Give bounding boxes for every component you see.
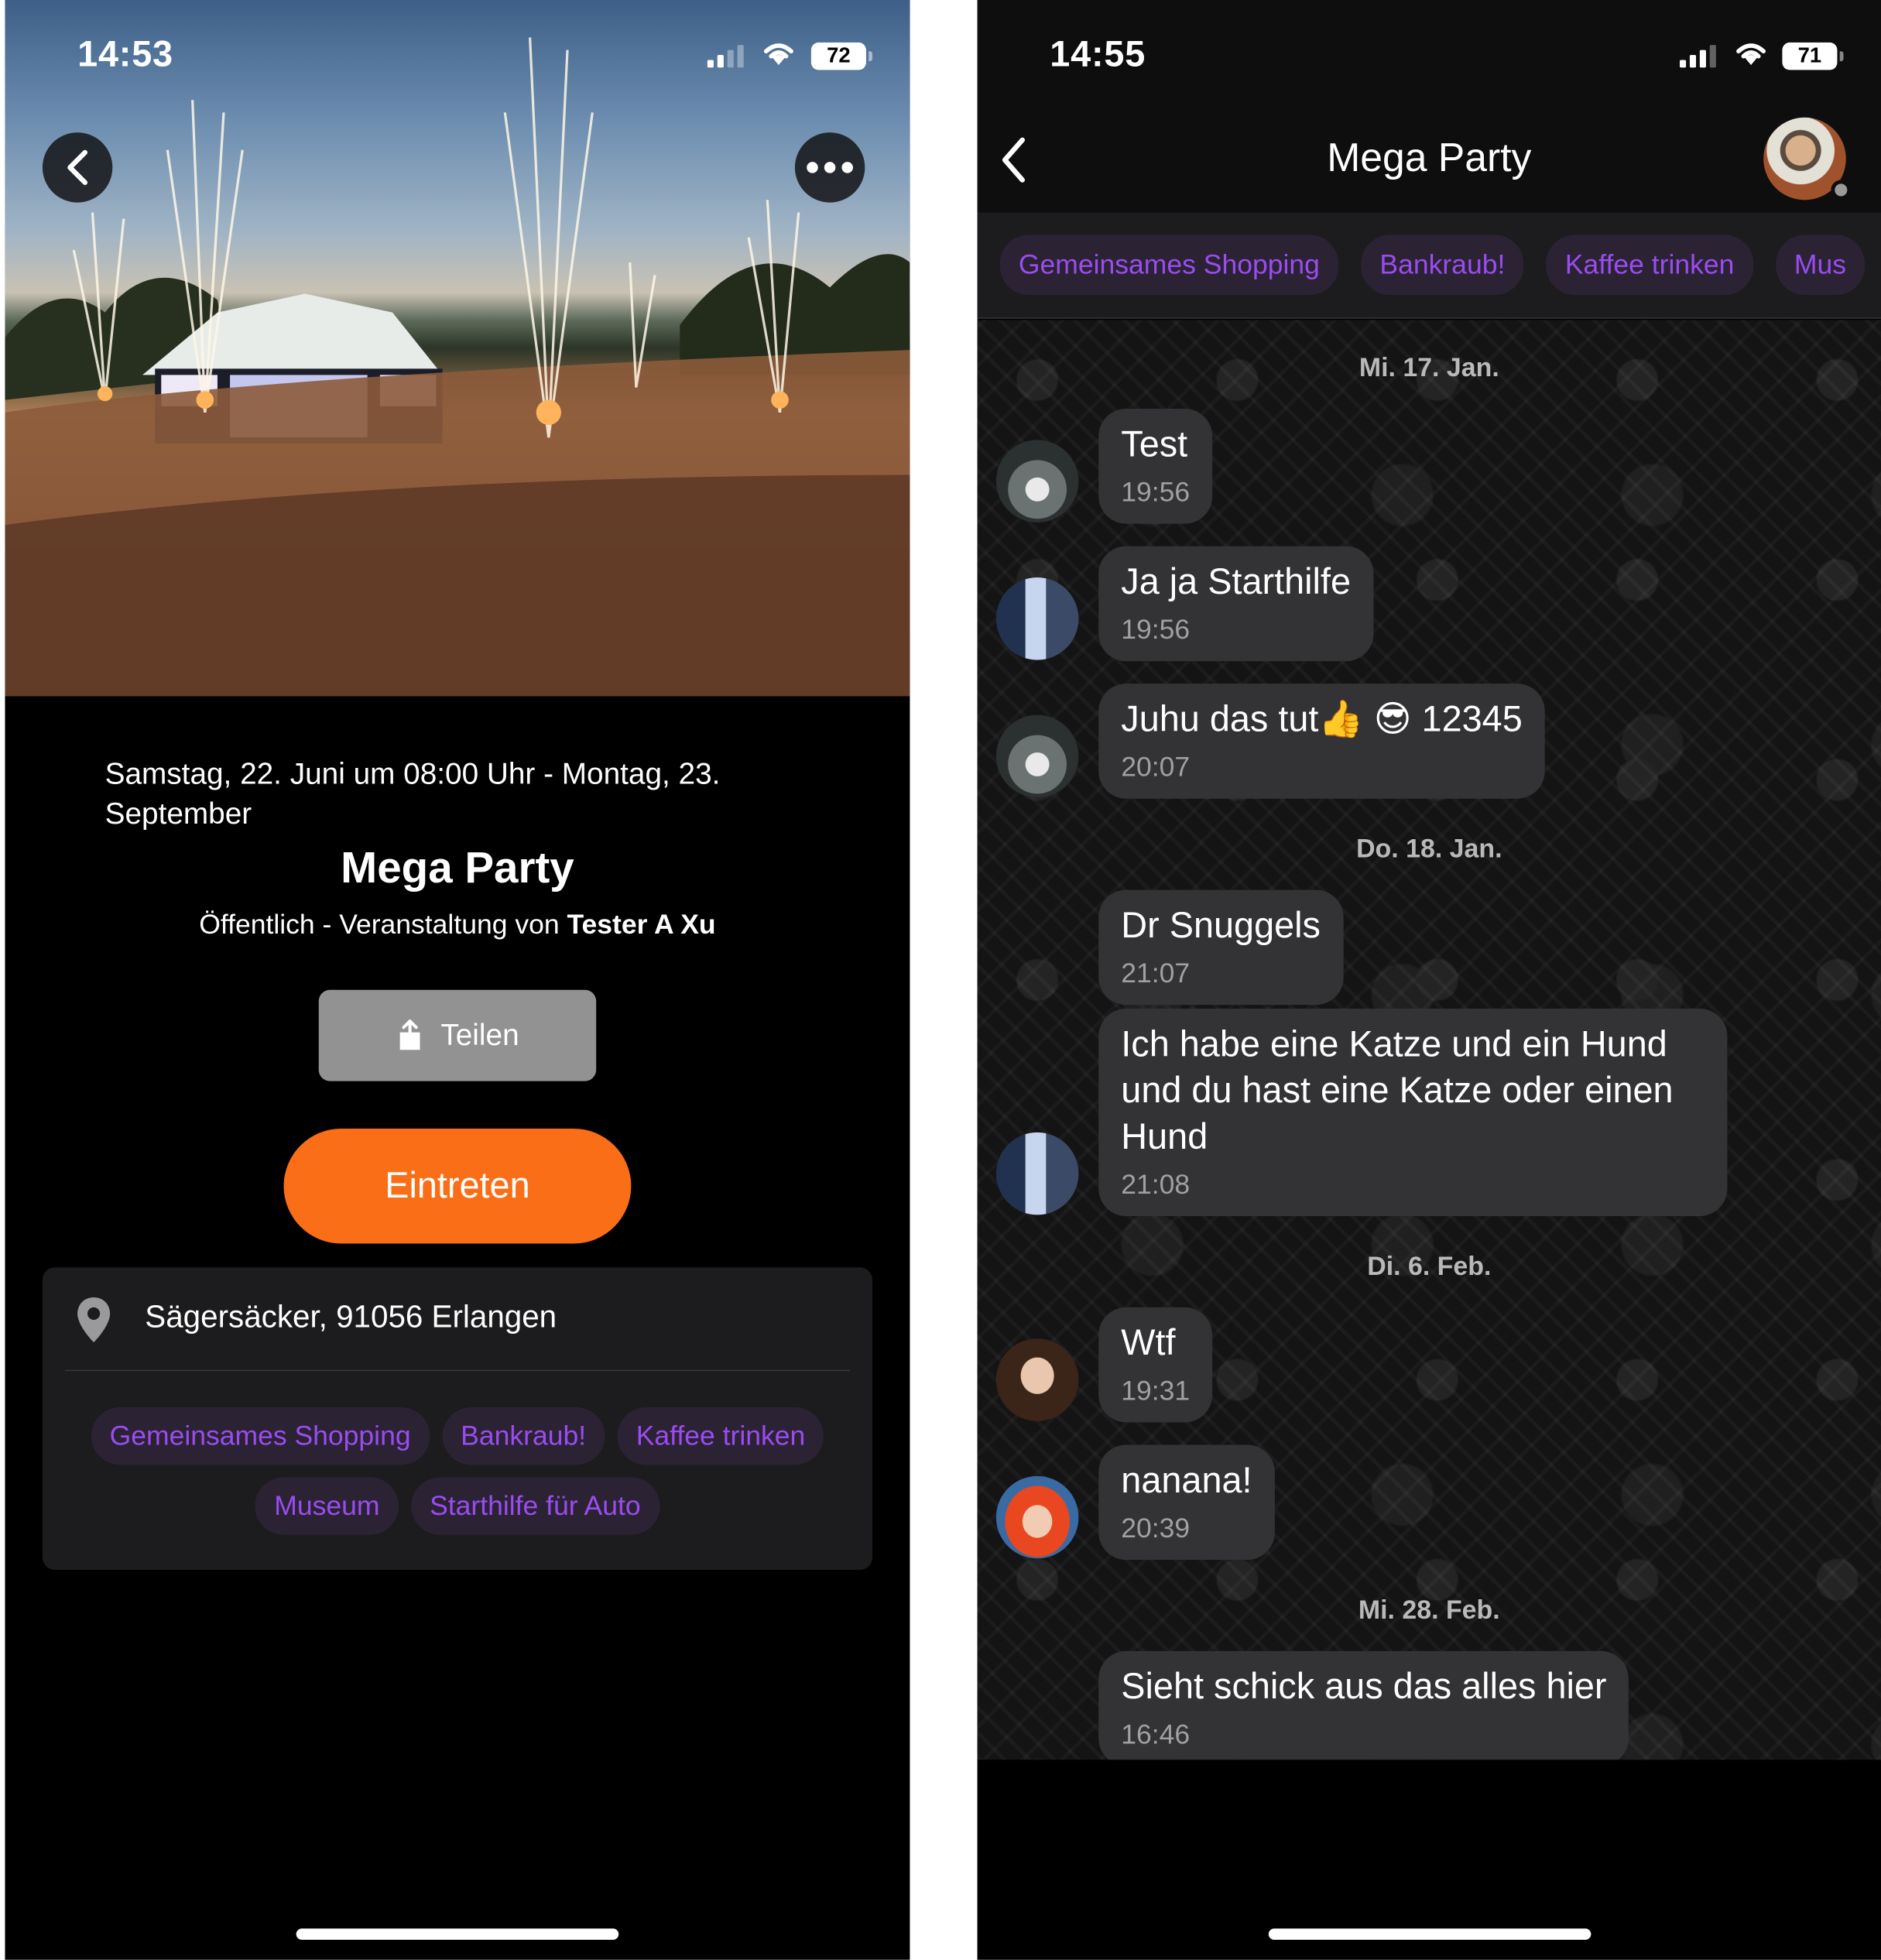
message-time: 19:31: [1121, 1375, 1191, 1407]
location-row[interactable]: Sägersäcker, 91056 Erlangen: [43, 1267, 872, 1369]
tag-chip[interactable]: Starthilfe für Auto: [410, 1477, 660, 1535]
organizer-name[interactable]: Tester A Xu: [567, 909, 715, 940]
woman-avatar[interactable]: [995, 1338, 1079, 1421]
event-detail-screen: 14:53 72 Samstag, 22. Juni um 08:00 Uhr …: [5, 0, 910, 1960]
event-tags: Gemeinsames Shopping Bankraub! Kaffee tr…: [67, 1407, 848, 1535]
location-card: Sägersäcker, 91056 Erlangen Gemeinsames …: [42, 1267, 872, 1570]
battery-indicator: 72: [810, 42, 872, 70]
share-button[interactable]: Teilen: [318, 989, 597, 1081]
message-bubble[interactable]: nanana! 20:39: [1098, 1444, 1275, 1561]
tag-chip[interactable]: Mus: [1775, 235, 1866, 296]
status-time: 14:55: [1050, 35, 1146, 75]
tag-chip[interactable]: Museum: [255, 1477, 399, 1535]
message-time: 20:39: [1121, 1512, 1191, 1544]
nike-avatar[interactable]: [995, 714, 1079, 798]
message-text: Juhu das tut👍 😎 12345: [1121, 700, 1523, 740]
status-bar: 14:53 72: [5, 0, 910, 100]
signal-icon: [1680, 45, 1716, 68]
location-address: Sägersäcker, 91056 Erlangen: [145, 1300, 557, 1335]
share-icon: [399, 1019, 420, 1050]
message-bubble[interactable]: Dr Snuggels 21:07: [1098, 889, 1344, 1006]
home-indicator[interactable]: [296, 1928, 619, 1940]
message-bubble[interactable]: Test 19:56: [1098, 408, 1213, 524]
couple-avatar[interactable]: [995, 1132, 1079, 1215]
message-list[interactable]: Mi. 17. Jan. Test 19:56 Ja ja Starthilfe…: [977, 320, 1881, 1760]
message-text: Sieht schick aus das alles hier: [1121, 1667, 1607, 1708]
day-separator: Do. 18. Jan.: [1356, 834, 1502, 864]
message-text: Test: [1121, 424, 1188, 465]
presence-dot: [1831, 180, 1852, 200]
tag-chip[interactable]: Kaffee trinken: [617, 1407, 824, 1465]
message-time: 19:56: [1121, 476, 1191, 508]
status-bar: 14:55 71: [977, 0, 1881, 101]
message-text: Ja ja Starthilfe: [1121, 562, 1352, 603]
event-visibility: Öffentlich - Veranstaltung von Tester A …: [5, 909, 910, 941]
tag-chip[interactable]: Kaffee trinken: [1546, 235, 1753, 296]
message-bubble[interactable]: Wtf 19:31: [1098, 1307, 1213, 1423]
message-time: 21:08: [1121, 1168, 1191, 1201]
message-text: nanana!: [1121, 1461, 1252, 1502]
wifi-icon: [1736, 43, 1766, 65]
message-bubble[interactable]: Juhu das tut👍 😎 12345 20:07: [1098, 684, 1545, 799]
message-time: 21:07: [1121, 957, 1191, 989]
nike-avatar[interactable]: [995, 440, 1079, 523]
message-bubble[interactable]: Sieht schick aus das alles hier 16:46: [1098, 1650, 1629, 1760]
tag-chip[interactable]: Gemeinsames Shopping: [999, 235, 1339, 296]
visibility-text: Öffentlich - Veranstaltung von: [199, 908, 567, 941]
message-time: 20:07: [1121, 751, 1191, 783]
day-separator: Mi. 17. Jan.: [1358, 353, 1499, 383]
couple-avatar[interactable]: [995, 577, 1079, 660]
event-date-range: Samstag, 22. Juni um 08:00 Uhr - Montag,…: [104, 757, 721, 831]
battery-indicator: 71: [1782, 42, 1844, 70]
message-time: 19:56: [1121, 613, 1191, 646]
tag-chip[interactable]: Bankraub!: [1361, 235, 1524, 296]
tag-chip[interactable]: Bankraub!: [441, 1407, 605, 1465]
ellipsis-icon: [807, 162, 853, 173]
message-bubble[interactable]: Ich habe eine Katze und ein Hund und du …: [1098, 1008, 1728, 1217]
share-label: Teilen: [440, 1018, 519, 1052]
divider: [64, 1369, 850, 1372]
day-separator: Di. 6. Feb.: [1367, 1252, 1492, 1281]
enter-button[interactable]: Eintreten: [283, 1128, 632, 1244]
group-chat-screen: 14:55 71 Mega Party Gemeinsames Shopping…: [977, 0, 1881, 1960]
status-time: 14:53: [77, 35, 173, 75]
message-bubble[interactable]: Ja ja Starthilfe 19:56: [1098, 546, 1374, 662]
chat-header: Mega Party: [977, 100, 1881, 213]
chat-tag-bar: Gemeinsames Shopping Bankraub! Kaffee tr…: [977, 212, 1881, 319]
signal-icon: [707, 45, 744, 68]
back-button[interactable]: [42, 132, 113, 203]
redhead-avatar[interactable]: [995, 1475, 1079, 1559]
message-text: Dr Snuggels: [1121, 906, 1321, 947]
home-indicator[interactable]: [1268, 1928, 1591, 1940]
event-cover-image: [5, 0, 910, 697]
day-separator: Mi. 28. Feb.: [1358, 1595, 1500, 1625]
chevron-left-icon: [67, 149, 88, 185]
message-text: Ich habe eine Katze und ein Hund und du …: [1121, 1024, 1674, 1158]
more-options-button[interactable]: [794, 132, 865, 203]
chat-title: Mega Party: [1327, 135, 1532, 180]
wifi-icon: [763, 43, 793, 65]
message-time: 16:46: [1121, 1718, 1191, 1750]
tag-chip[interactable]: Gemeinsames Shopping: [91, 1407, 430, 1465]
event-title: Mega Party: [341, 843, 574, 893]
message-text: Wtf: [1121, 1323, 1176, 1364]
location-pin-icon: [77, 1297, 111, 1343]
